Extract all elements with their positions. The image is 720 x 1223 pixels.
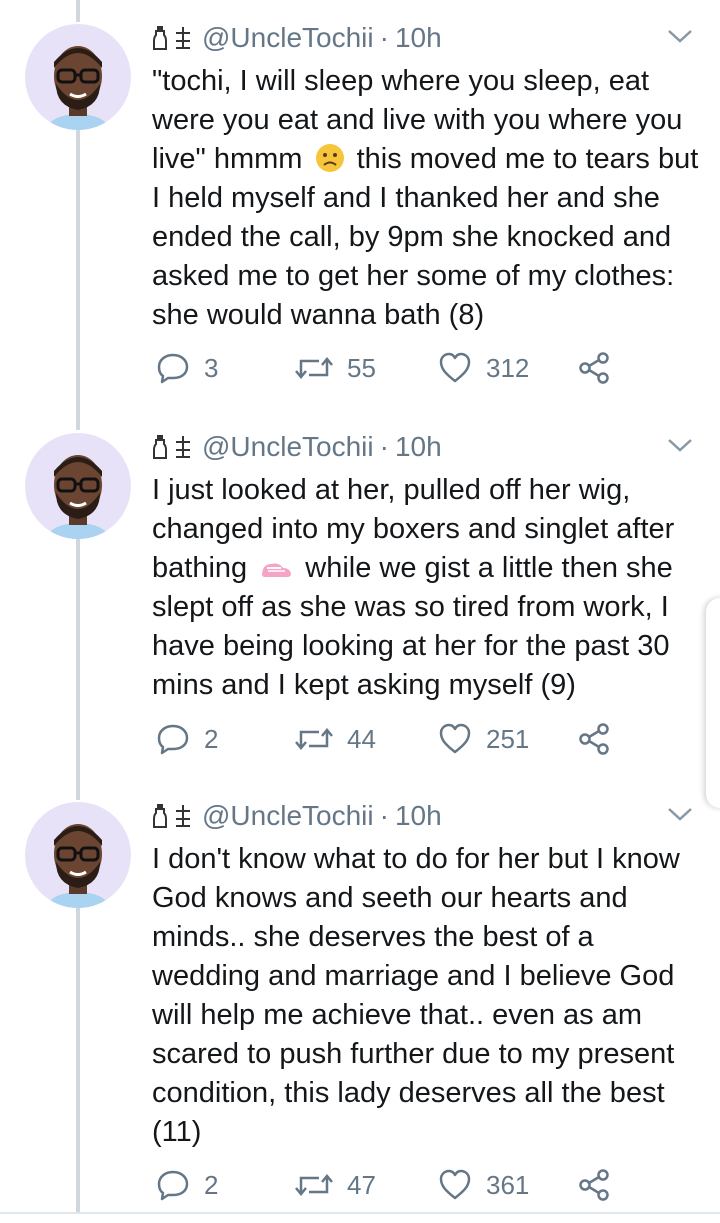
timestamp[interactable]: 10h xyxy=(395,431,442,463)
tweet-header: @UncleTochii · 10h xyxy=(152,429,442,465)
avatar[interactable] xyxy=(25,433,131,539)
scales-emoji-badge-icon xyxy=(176,805,190,827)
worried-face-emoji-icon xyxy=(315,144,344,172)
scales-emoji-badge-icon xyxy=(176,436,190,458)
edge-panel-handle[interactable] xyxy=(706,598,720,808)
avatar[interactable] xyxy=(25,802,131,908)
like-count: 251 xyxy=(486,723,530,754)
tweet-text: "tochi, I will sleep where you sleep, ea… xyxy=(152,65,699,331)
tweet-header: @UncleTochii · 10h xyxy=(152,798,442,834)
separator: · xyxy=(379,800,389,831)
retweet-icon xyxy=(295,728,333,750)
bottle-emoji-badge-icon xyxy=(153,435,167,459)
reply-icon xyxy=(157,353,189,384)
reply-count: 2 xyxy=(204,723,219,754)
retweet-count: 44 xyxy=(347,723,376,754)
tweet-text: I don't know what to do for her but I kn… xyxy=(152,843,680,1148)
pink-shoe-emoji-icon xyxy=(262,563,292,577)
timestamp[interactable]: 10h xyxy=(395,22,442,54)
chevron-down-icon[interactable] xyxy=(666,804,694,824)
bottle-emoji-badge-icon xyxy=(153,26,167,50)
thread-line xyxy=(76,0,80,22)
like-button[interactable]: 312 xyxy=(438,348,529,388)
share-button[interactable] xyxy=(577,1165,611,1205)
like-count: 361 xyxy=(486,1169,530,1200)
chevron-down-icon[interactable] xyxy=(666,435,694,455)
share-icon xyxy=(579,1169,609,1201)
share-button[interactable] xyxy=(577,348,611,388)
tweet-actions: 2 44 251 xyxy=(152,719,622,759)
bottle-emoji-badge-icon xyxy=(153,804,167,828)
heart-icon xyxy=(439,1169,471,1200)
tweet-actions: 2 47 361 xyxy=(152,1165,622,1205)
reply-button[interactable]: 2 xyxy=(156,719,218,759)
retweet-count: 55 xyxy=(347,352,376,383)
like-button[interactable]: 251 xyxy=(438,719,529,759)
retweet-icon xyxy=(295,357,333,379)
separator: · xyxy=(379,22,389,53)
retweet-icon xyxy=(295,1174,333,1196)
share-icon xyxy=(579,352,609,384)
tweet-header: @UncleTochii · 10h xyxy=(152,20,442,56)
like-button[interactable]: 361 xyxy=(438,1165,529,1205)
reply-button[interactable]: 3 xyxy=(156,348,218,388)
reply-icon xyxy=(157,724,189,755)
retweet-count: 47 xyxy=(347,1169,376,1200)
user-handle[interactable]: @UncleTochii xyxy=(202,800,374,832)
avatar[interactable] xyxy=(25,24,131,130)
separator: · xyxy=(379,431,389,462)
reply-count: 2 xyxy=(204,1169,219,1200)
timestamp[interactable]: 10h xyxy=(395,800,442,832)
user-handle[interactable]: @UncleTochii xyxy=(202,431,374,463)
retweet-button[interactable]: 55 xyxy=(295,348,376,388)
bottom-divider xyxy=(0,1212,720,1214)
reply-button[interactable]: 2 xyxy=(156,1165,218,1205)
heart-icon xyxy=(439,723,471,754)
like-count: 312 xyxy=(486,352,530,383)
tweet[interactable]: @UncleTochii · 10h I don't know what to … xyxy=(0,798,720,1210)
tweet[interactable]: @UncleTochii · 10h I just looked at her,… xyxy=(0,429,720,789)
heart-icon xyxy=(439,352,471,383)
share-button[interactable] xyxy=(577,719,611,759)
reply-icon xyxy=(157,1170,189,1201)
tweet-text: I just looked at her, pulled off her wig… xyxy=(152,474,675,701)
chevron-down-icon[interactable] xyxy=(666,26,694,46)
tweet-actions: 3 55 312 xyxy=(152,348,622,388)
scales-emoji-badge-icon xyxy=(176,27,190,49)
reply-count: 3 xyxy=(204,352,219,383)
tweet[interactable]: @UncleTochii · 10h "tochi, I will sleep … xyxy=(0,20,720,400)
share-icon xyxy=(579,723,609,755)
retweet-button[interactable]: 47 xyxy=(295,1165,376,1205)
user-handle[interactable]: @UncleTochii xyxy=(202,22,374,54)
retweet-button[interactable]: 44 xyxy=(295,719,376,759)
